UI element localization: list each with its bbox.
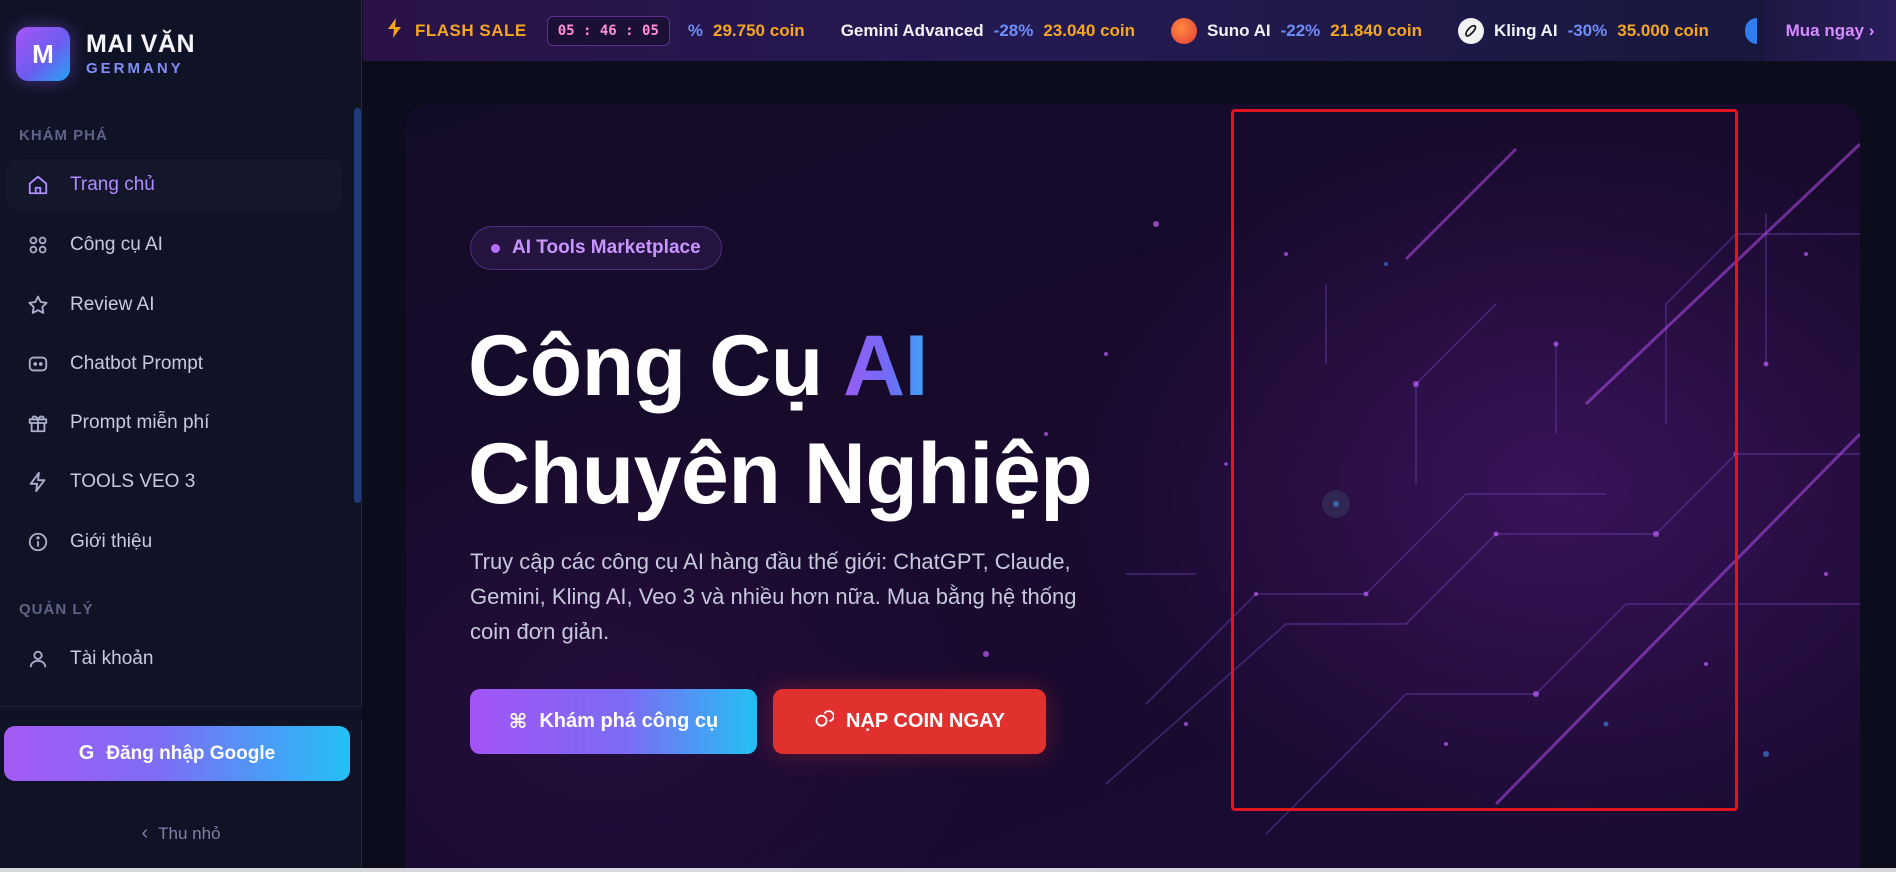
coin-icon: [814, 709, 835, 735]
flash-sale-label: FLASH SALE: [415, 20, 527, 40]
sidebar-item-about[interactable]: Giới thiệu: [6, 516, 342, 568]
badge-label: AI Tools Marketplace: [512, 237, 701, 258]
ticker-item[interactable]: % 29.750 coin: [688, 21, 805, 41]
sidebar-item-ai-tools[interactable]: Công cụ AI: [6, 219, 342, 271]
ticker-item[interactable]: Kling AI -30% 35.000 coin: [1457, 17, 1709, 44]
sidebar-item-chatbot[interactable]: Chatbot Prompt: [6, 338, 342, 390]
headline-accent: AI: [842, 318, 929, 414]
ticker-price: 35.000 coin: [1617, 20, 1709, 40]
hero-description: Truy cập các công cụ AI hàng đầu thế giớ…: [470, 549, 1077, 644]
command-icon: ⌘: [508, 711, 528, 733]
ticker-discount: -28%: [993, 20, 1034, 40]
brand[interactable]: M MAI VĂN GERMANY: [16, 27, 195, 81]
marketplace-badge: AI Tools Marketplace: [470, 226, 722, 270]
window-bottom-edge: [0, 868, 1896, 872]
star-icon: [26, 293, 50, 317]
suno-logo-icon: [1171, 17, 1198, 44]
top-up-coin-label: NẠP COIN NGAY: [846, 710, 1005, 732]
flash-sale: FLASH SALE 05 : 46 : 05: [387, 15, 670, 46]
flash-sale-ticker: FLASH SALE 05 : 46 : 05 % 29.750 coin Ge…: [363, 0, 1896, 61]
ticker-item[interactable]: Suno AI -22% 21.840 coin: [1171, 17, 1422, 44]
sidebar-item-home[interactable]: Trang chủ: [6, 159, 342, 211]
sidebar-item-tools-veo3[interactable]: TOOLS VEO 3: [6, 456, 342, 508]
home-icon: [26, 173, 50, 197]
user-icon: [26, 647, 50, 671]
collapse-label: Thu nhỏ: [158, 823, 221, 843]
google-icon: G: [78, 742, 95, 764]
brand-subtitle: GERMANY: [86, 60, 184, 77]
ticker-discount: -30%: [1567, 20, 1608, 40]
flash-bolt-icon: [387, 17, 403, 44]
top-up-coin-button[interactable]: NẠP COIN NGAY: [773, 689, 1046, 754]
brand-name: MAI VĂN: [86, 30, 196, 58]
gift-icon: [26, 411, 50, 435]
headline-line2: Chuyên Nghiệp: [468, 426, 1093, 522]
badge-dot-icon: [491, 243, 500, 253]
google-login-label: Đăng nhập Google: [106, 742, 276, 764]
explore-tools-button[interactable]: ⌘ Khám phá công cụ: [470, 689, 757, 754]
ticker-price: 29.750 coin: [713, 20, 805, 40]
ticker-discount: %: [687, 20, 704, 40]
sidebar-item-label: Công cụ AI: [70, 234, 163, 255]
ticker-item[interactable]: Gemini Advanced -28% 23.040 coin: [841, 21, 1135, 41]
google-login-button[interactable]: G Đăng nhập Google: [4, 726, 350, 781]
ticker-discount: -22%: [1280, 20, 1321, 40]
chatbot-icon: [26, 352, 50, 376]
kling-logo-icon: [1457, 17, 1484, 44]
info-icon: [26, 530, 50, 554]
countdown-timer: 05 : 46 : 05: [546, 15, 670, 46]
sidebar-item-review[interactable]: Review AI: [6, 279, 342, 331]
collapse-sidebar-button[interactable]: ‹ Thu nhỏ: [0, 822, 362, 845]
sidebar-item-label: Tài khoản: [70, 648, 154, 669]
ticker-track: % 29.750 coin Gemini Advanced -28% 23.04…: [688, 17, 1757, 44]
bolt-icon: [26, 470, 50, 494]
section-title-manage: QUẢN LÝ: [19, 601, 94, 618]
hero-headline: Công Cụ AI Chuyên Nghiệp: [468, 312, 1093, 528]
ticker-name: Suno AI: [1207, 20, 1271, 40]
ticker-name: Kling AI: [1493, 20, 1558, 40]
sidebar-item-account[interactable]: Tài khoản: [6, 633, 342, 685]
sidebar-item-label: Chatbot Prompt: [70, 353, 204, 374]
section-title-explore: KHÁM PHÁ: [19, 127, 108, 144]
ticker-price: 21.840 coin: [1330, 20, 1422, 40]
sidebar-item-label: Trang chủ: [70, 174, 155, 195]
selection-highlight-box: [1231, 109, 1738, 811]
ticker-price: 23.040 coin: [1043, 20, 1136, 40]
sidebar-item-label: Review AI: [70, 294, 155, 315]
sidebar-divider: [0, 706, 362, 720]
explore-tools-label: Khám phá công cụ: [539, 710, 719, 732]
grid-icon: [26, 233, 50, 257]
sidebar-item-label: TOOLS VEO 3: [70, 471, 196, 492]
buy-now-button[interactable]: Mua ngay ›: [1764, 0, 1896, 61]
sidebar: M MAI VĂN GERMANY KHÁM PHÁ Trang chủ Côn…: [0, 0, 362, 868]
ticker-name: Gemini Advanced: [840, 20, 984, 40]
next-item-logo-icon: [1744, 17, 1757, 44]
sidebar-item-label: Prompt miễn phí: [70, 412, 210, 433]
sidebar-scrollbar[interactable]: [354, 108, 361, 503]
chevron-left-icon: ‹: [141, 822, 149, 844]
sidebar-item-free-prompt[interactable]: Prompt miễn phí: [6, 397, 342, 449]
brand-logo: M: [16, 27, 70, 81]
sidebar-item-label: Giới thiệu: [70, 531, 153, 552]
headline-part1: Công Cụ: [468, 318, 843, 414]
